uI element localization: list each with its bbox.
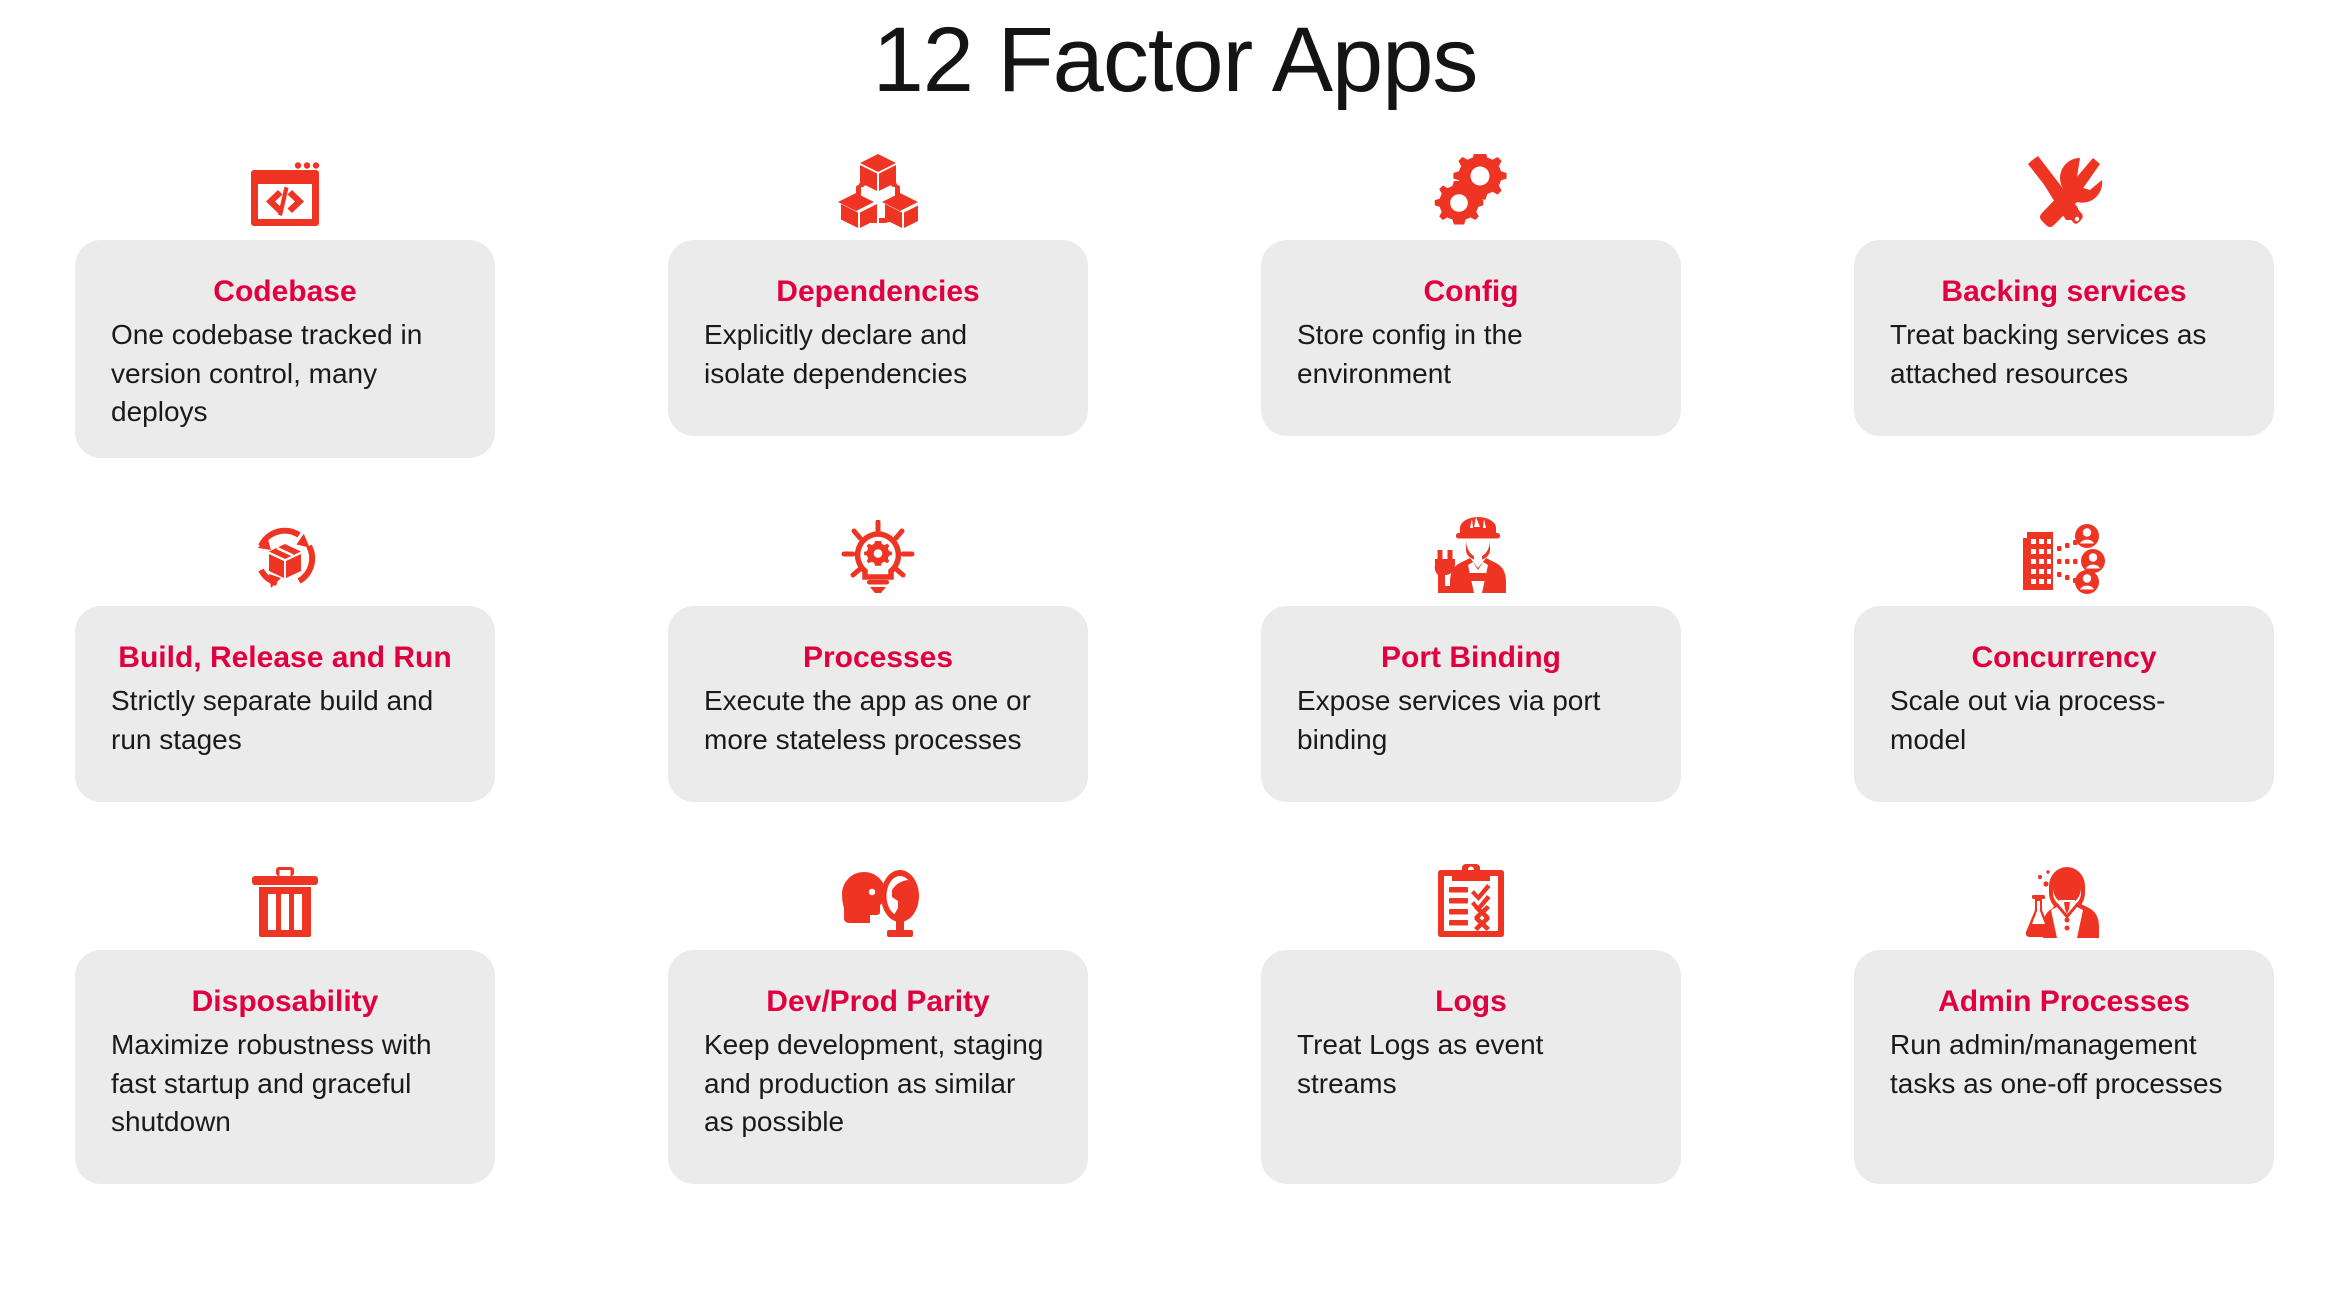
factor-grid: Codebase One codebase tracked in version… (75, 150, 2275, 1242)
head-mirror-icon (668, 860, 1088, 938)
card-title: Processes (802, 640, 954, 674)
factor-card: Dev/Prod Parity Keep development, stagin… (668, 949, 1088, 1184)
factor-card: Logs Treat Logs as event streams (1261, 949, 1681, 1184)
factor-cell-dev-prod-parity[interactable]: Dev/Prod Parity Keep development, stagin… (668, 860, 1088, 1184)
cubes-dependency-icon (668, 150, 1088, 228)
worker-plug-icon (1261, 516, 1681, 594)
card-description: One codebase tracked in version control,… (111, 319, 423, 428)
trash-can-icon (75, 860, 495, 938)
lightbulb-gear-icon (668, 516, 1088, 594)
wrench-screwdriver-icon (1854, 150, 2274, 228)
factor-card: Build, Release and Run Strictly separate… (75, 605, 495, 802)
factor-cell-logs[interactable]: Logs Treat Logs as event streams (1261, 860, 1681, 1184)
factor-card: Dependencies Explicitly declare and isol… (668, 240, 1088, 436)
code-window-icon (75, 150, 495, 228)
factor-cell-processes[interactable]: Processes Execute the app as one or more… (668, 516, 1088, 802)
factor-cell-admin-processes[interactable]: Admin Processes Run admin/management tas… (1854, 860, 2274, 1184)
gears-icon (1261, 150, 1681, 228)
factor-card: Backing services Treat backing services … (1854, 240, 2274, 436)
factor-row: Disposability Maximize robustness with f… (75, 860, 2275, 1184)
card-description: Strictly separate build and run stages (111, 684, 434, 755)
factor-card: Codebase One codebase tracked in version… (75, 240, 495, 458)
card-title: Dependencies (776, 275, 980, 308)
factor-card: Port Binding Expose services via port bi… (1261, 605, 1681, 802)
card-description: Treat backing services as attached resou… (1890, 319, 2207, 389)
factor-row: Codebase One codebase tracked in version… (75, 150, 2275, 458)
card-title: Concurrency (1971, 640, 2157, 674)
card-description: Execute the app as one or more stateless… (704, 684, 1031, 755)
card-title: Codebase (213, 275, 357, 308)
card-description: Treat Logs as event streams (1297, 1028, 1544, 1099)
scientist-flask-icon (1854, 860, 2274, 938)
card-description: Scale out via process-model (1890, 684, 2166, 755)
card-title: Logs (1435, 984, 1507, 1018)
card-description: Run admin/management tasks as one-off pr… (1890, 1028, 2223, 1099)
factor-cell-disposability[interactable]: Disposability Maximize robustness with f… (75, 860, 495, 1184)
factor-cell-backing-services[interactable]: Backing services Treat backing services … (1854, 150, 2274, 458)
card-title: Build, Release and Run (118, 640, 452, 674)
building-users-icon (1854, 516, 2274, 594)
card-title: Port Binding (1381, 640, 1561, 674)
factor-cell-concurrency[interactable]: Concurrency Scale out via process-model (1854, 516, 2274, 802)
card-description: Keep development, staging and production… (704, 1028, 1044, 1138)
factor-cell-codebase[interactable]: Codebase One codebase tracked in version… (75, 150, 495, 458)
factor-card: Disposability Maximize robustness with f… (75, 949, 495, 1184)
card-title: Admin Processes (1938, 984, 2190, 1018)
clipboard-checklist-icon (1261, 860, 1681, 938)
card-description: Store config in the environment (1297, 319, 1523, 389)
factor-card: Processes Execute the app as one or more… (668, 605, 1088, 802)
card-title: Backing services (1941, 275, 2187, 308)
factor-cell-config[interactable]: Config Store config in the environment (1261, 150, 1681, 458)
factor-card: Concurrency Scale out via process-model (1854, 605, 2274, 802)
factor-cell-dependencies[interactable]: Dependencies Explicitly declare and isol… (668, 150, 1088, 458)
factor-cell-build-release-run[interactable]: Build, Release and Run Strictly separate… (75, 516, 495, 802)
card-title: Dev/Prod Parity (766, 984, 990, 1018)
card-description: Maximize robustness with fast startup an… (111, 1028, 432, 1138)
factor-card: Config Store config in the environment (1261, 240, 1681, 436)
card-title: Config (1423, 275, 1519, 308)
factor-card: Admin Processes Run admin/management tas… (1854, 949, 2274, 1184)
card-description: Explicitly declare and isolate dependenc… (704, 319, 968, 389)
box-recycle-icon (75, 516, 495, 594)
card-title: Disposability (191, 984, 379, 1018)
factor-cell-port-binding[interactable]: Port Binding Expose services via port bi… (1261, 516, 1681, 802)
factor-row: Build, Release and Run Strictly separate… (75, 516, 2275, 802)
page-title: 12 Factor Apps (872, 9, 1479, 111)
card-description: Expose services via port binding (1297, 684, 1601, 755)
